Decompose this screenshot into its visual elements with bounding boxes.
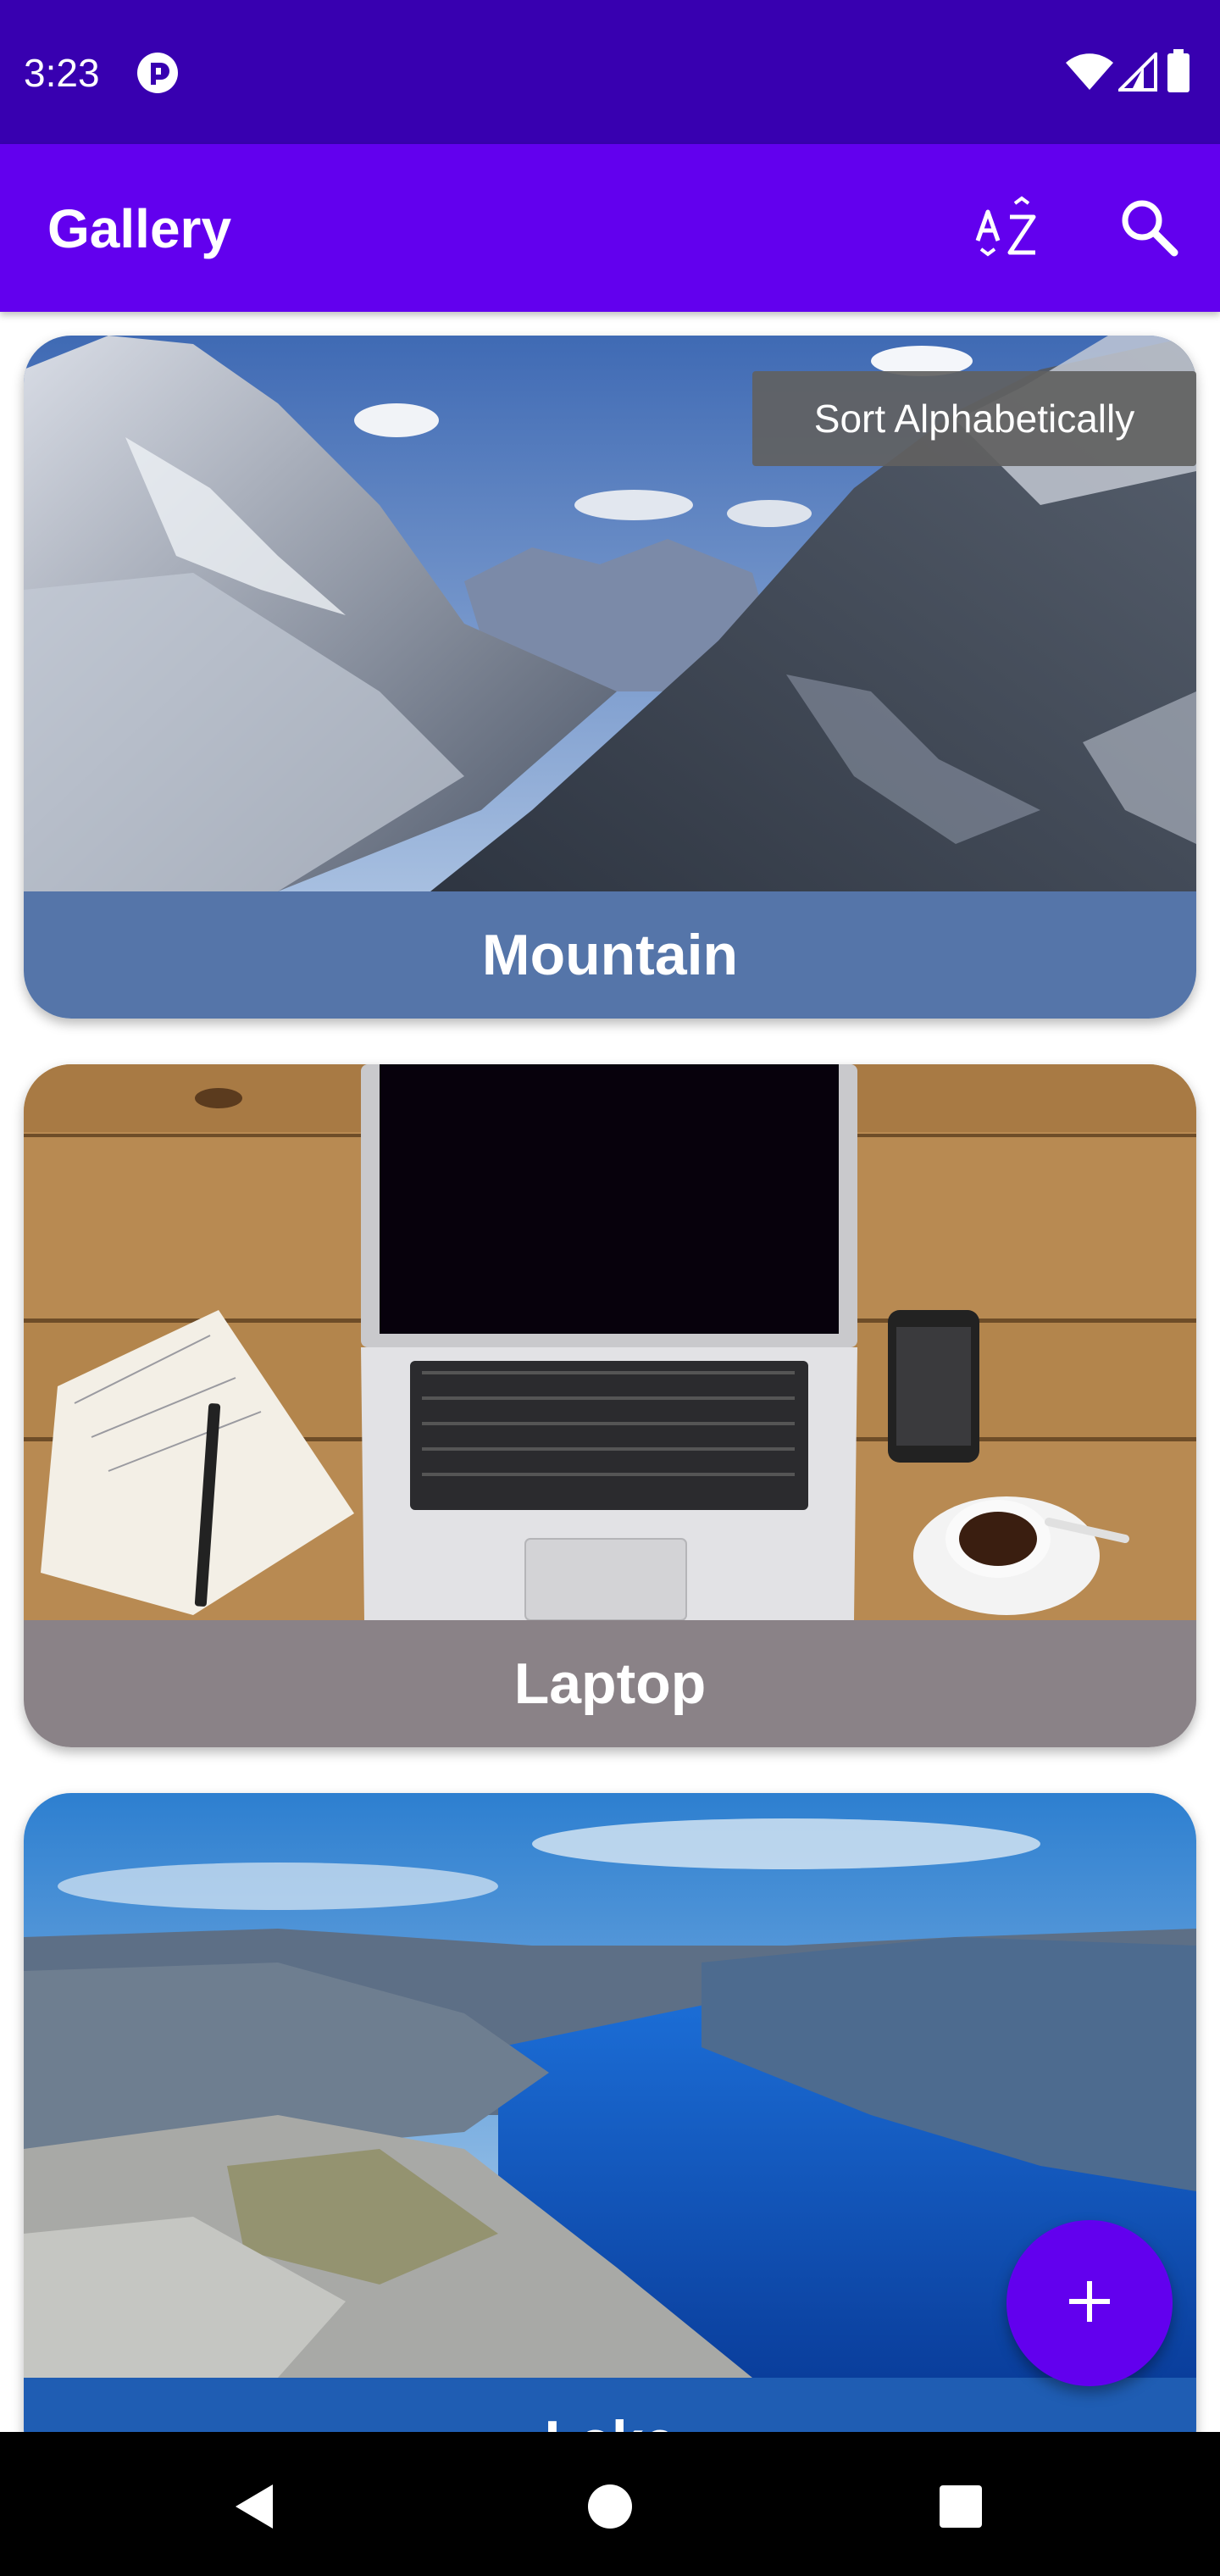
card-caption: Laptop	[24, 1620, 1196, 1747]
search-button[interactable]	[1101, 181, 1196, 276]
battery-icon	[1166, 49, 1191, 97]
az-sort-icon	[973, 193, 1040, 265]
card-caption: Mountain	[24, 891, 1196, 1019]
signal-icon	[1116, 50, 1157, 96]
home-button[interactable]	[568, 2466, 652, 2551]
app-title: Gallery	[47, 198, 232, 259]
back-button[interactable]	[212, 2466, 297, 2551]
app-bar: Gallery	[0, 144, 1220, 312]
gallery-list[interactable]: Mountain Laptop	[0, 312, 1220, 2432]
search-icon	[1118, 197, 1179, 262]
card-caption: Lake	[24, 2378, 1196, 2432]
status-time: 3:23	[24, 51, 100, 95]
status-bar: 3:23	[0, 0, 1220, 144]
sort-alphabetically-button[interactable]	[959, 181, 1054, 276]
add-button[interactable]	[1006, 2220, 1173, 2386]
home-icon	[586, 2483, 634, 2534]
laptop-image	[24, 1064, 1196, 1620]
plus-icon	[1066, 2278, 1113, 2329]
pulse-app-icon	[136, 51, 180, 95]
wifi-icon	[1066, 53, 1113, 96]
recents-button[interactable]	[918, 2466, 1003, 2551]
gallery-card-laptop[interactable]: Laptop	[24, 1064, 1196, 1747]
recents-icon	[938, 2484, 984, 2534]
navigation-bar	[0, 2432, 1220, 2576]
sort-tooltip: Sort Alphabetically	[752, 371, 1196, 466]
status-icons	[1032, 49, 1201, 97]
back-icon	[230, 2481, 278, 2536]
